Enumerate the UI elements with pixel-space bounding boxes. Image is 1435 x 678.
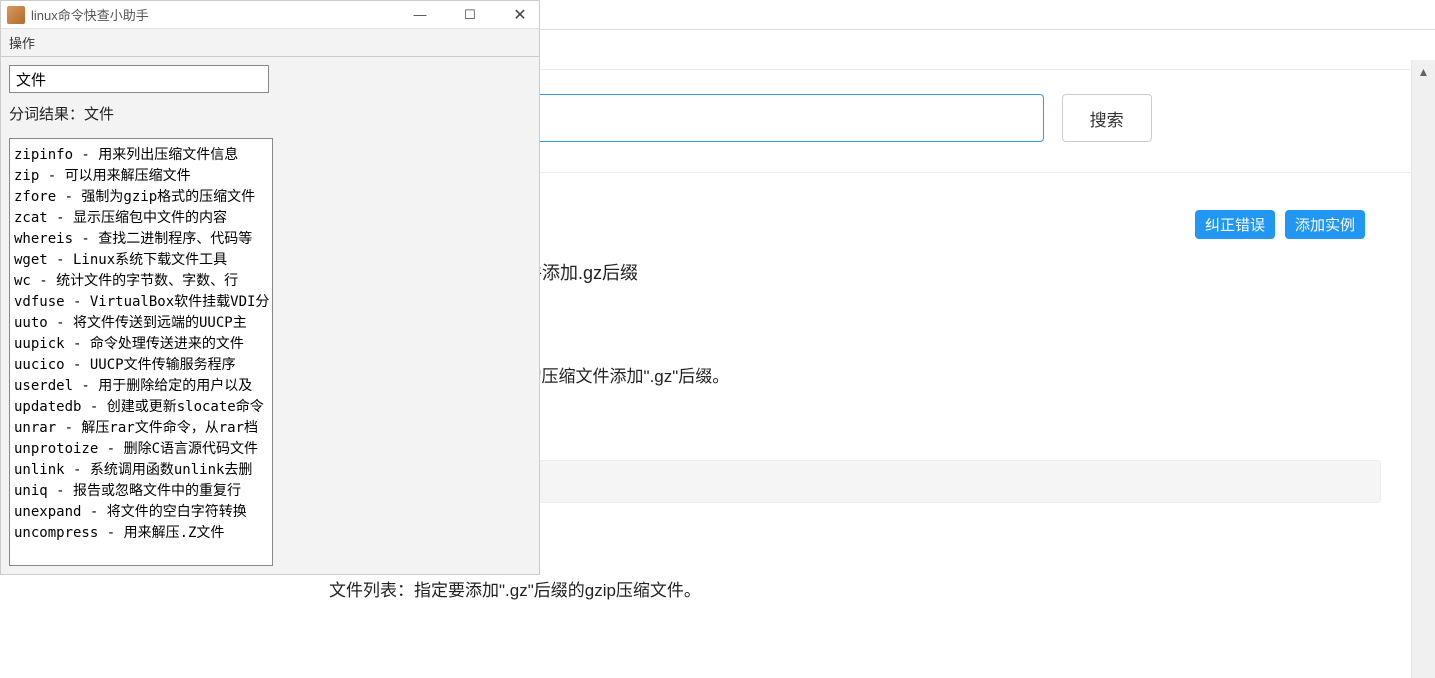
helper-menubar: 操作: [1, 29, 539, 57]
fix-error-button[interactable]: 纠正错误: [1195, 210, 1275, 239]
result-row[interactable]: uniq - 报告或忽略文件中的重复行: [14, 481, 268, 502]
results-listbox[interactable]: zipinfo - 用来列出压缩文件信息zip - 可以用来解压缩文件zfore…: [9, 138, 273, 566]
result-row[interactable]: zfore - 强制为gzip格式的压缩文件: [14, 187, 268, 208]
result-row[interactable]: userdel - 用于删除给定的用户以及: [14, 376, 268, 397]
action-links: 纠正错误 添加实例: [1195, 210, 1365, 239]
result-row[interactable]: unrar - 解压rar文件命令，从rar档: [14, 418, 268, 439]
result-row[interactable]: vdfuse - VirtualBox软件挂载VDI分: [14, 292, 268, 313]
result-row[interactable]: zip - 可以用来解压缩文件: [14, 166, 268, 187]
seg-label: 分词结果：: [9, 106, 84, 123]
result-row[interactable]: uuto - 将文件传送到远端的UUCP主: [14, 313, 268, 334]
result-row[interactable]: unexpand - 将文件的空白字符转换: [14, 502, 268, 523]
result-row[interactable]: uupick - 命令处理传送进来的文件: [14, 334, 268, 355]
filter-input[interactable]: [9, 65, 269, 93]
seg-value: 文件: [84, 106, 114, 123]
helper-titlebar[interactable]: linux命令快查小助手 — ☐ ✕: [1, 1, 539, 29]
maximize-button[interactable]: ☐: [457, 5, 483, 25]
result-row[interactable]: uncompress - 用来解压.Z文件: [14, 523, 268, 544]
helper-body: 分词结果：文件 zipinfo - 用来列出压缩文件信息zip - 可以用来解压…: [1, 57, 539, 574]
result-row[interactable]: whereis - 查找二进制程序、代码等: [14, 229, 268, 250]
params-text: 文件列表：指定要添加".gz"后缀的gzip压缩文件。: [329, 576, 1381, 601]
result-row[interactable]: unprotoize - 删除C语言源代码文件: [14, 439, 268, 460]
app-icon: [7, 6, 25, 24]
result-row[interactable]: unlink - 系统调用函数unlink去删: [14, 460, 268, 481]
scroll-up-arrow-icon[interactable]: ▲: [1412, 60, 1435, 84]
minimize-button[interactable]: —: [407, 5, 433, 25]
segmentation-result: 分词结果：文件: [9, 103, 531, 124]
result-row[interactable]: wget - Linux系统下载文件工具: [14, 250, 268, 271]
result-row[interactable]: wc - 统计文件的字节数、字数、行: [14, 271, 268, 292]
window-title: linux命令快查小助手: [31, 5, 407, 24]
menu-action[interactable]: 操作: [9, 36, 35, 51]
vertical-scrollbar[interactable]: ▲: [1411, 60, 1435, 678]
result-row[interactable]: uucico - UUCP文件传输服务程序: [14, 355, 268, 376]
helper-window: linux命令快查小助手 — ☐ ✕ 操作 分词结果：文件 zipinfo - …: [0, 0, 540, 575]
close-button[interactable]: ✕: [507, 5, 533, 25]
result-row[interactable]: zipinfo - 用来列出压缩文件信息: [14, 145, 268, 166]
search-button[interactable]: 搜索: [1062, 94, 1152, 142]
add-example-button[interactable]: 添加实例: [1285, 210, 1365, 239]
result-row[interactable]: zcat - 显示压缩包中文件的内容: [14, 208, 268, 229]
result-row[interactable]: updatedb - 创建或更新slocate命令: [14, 397, 268, 418]
search-input[interactable]: [454, 94, 1044, 142]
window-controls: — ☐ ✕: [407, 5, 533, 25]
